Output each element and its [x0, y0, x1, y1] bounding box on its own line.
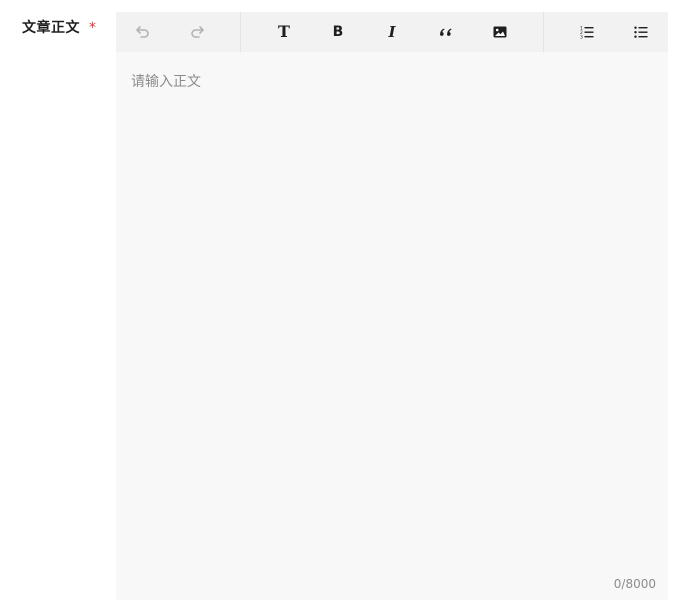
heading-button[interactable]: T — [272, 20, 296, 44]
toolbar-divider — [543, 12, 544, 52]
image-button[interactable] — [488, 20, 512, 44]
quote-button[interactable] — [434, 20, 458, 44]
undo-icon — [136, 26, 149, 38]
undo-button[interactable] — [131, 20, 155, 44]
editor-toolbar: T B I 1 2 3 — [116, 12, 668, 52]
toolbar-divider — [240, 12, 241, 52]
ordered-list-button[interactable]: 1 2 3 — [575, 20, 599, 44]
rich-text-editor: T B I 1 2 3 请输入正文 0/8000 — [116, 12, 668, 600]
bullet-list-button[interactable] — [629, 20, 653, 44]
redo-icon — [191, 26, 204, 38]
italic-icon: I — [388, 22, 396, 41]
ordered-list-icon: 1 2 3 — [580, 26, 594, 41]
italic-button[interactable]: I — [380, 20, 404, 44]
editor-content-area[interactable]: 请输入正文 0/8000 — [116, 52, 668, 600]
field-label: 文章正文 — [22, 20, 80, 36]
bold-button[interactable]: B — [326, 20, 350, 44]
svg-text:3: 3 — [580, 35, 583, 41]
character-count: 0/8000 — [613, 577, 656, 591]
quote-icon — [440, 28, 452, 36]
required-mark: * — [89, 20, 96, 36]
editor-placeholder: 请输入正文 — [131, 74, 201, 90]
heading-icon: T — [278, 22, 290, 41]
bullet-list-icon — [634, 26, 648, 38]
bold-icon: B — [332, 24, 344, 40]
article-body-field: 文章正文 * T B I 1 2 3 请输入正文 0/8000 — [0, 0, 693, 615]
redo-button[interactable] — [185, 20, 209, 44]
image-icon — [493, 26, 507, 38]
